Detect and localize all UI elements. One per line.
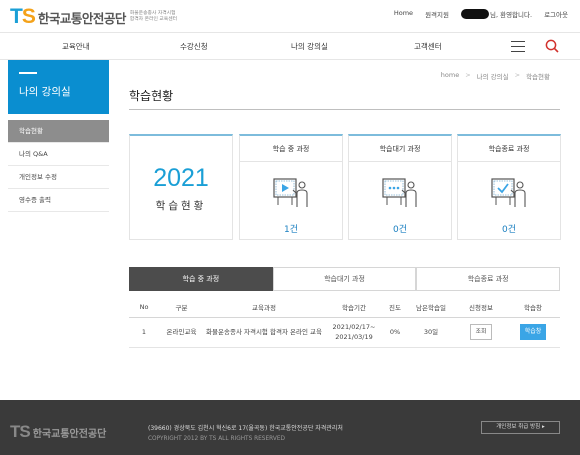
logo-name: 한국교통안전공단 (37, 10, 127, 26)
footer-logo-ts-mark: TS (10, 422, 31, 441)
col-header-remaining: 남은학습일 (406, 298, 456, 318)
waiting-lecture-icon (382, 178, 417, 207)
user-greeting: 님, 환영합니다. (460, 9, 532, 19)
year-summary-box: 2021 학습현황 (129, 134, 233, 240)
waiting-card: 학습대기 과정 0건 (348, 134, 452, 240)
footer-logo: TS 한국교통안전공단 (10, 422, 106, 442)
main-nav: 교육안내 수강신청 나의 강의실 고객센터 (0, 32, 580, 60)
video-lecture-icon (273, 178, 308, 207)
table-row: 1 온라인교육 화물운송종사 자격시험 합격자 온라인 교육 2021/02/1… (129, 317, 560, 348)
footer-copyright: COPYRIGHT 2012 BY TS ALL RIGHTS RESERVED (148, 436, 285, 442)
completed-lecture-icon (491, 178, 526, 207)
top-bar: TS 한국교통안전공단 화물운송종사 자격시험 합격자 온라인 교육센터 Home… (0, 0, 580, 30)
in-progress-card: 학습 중 과정 1건 (239, 134, 343, 240)
course-status-tabs: 학습 중 과정 학습대기 과정 학습종료 과정 (129, 267, 561, 291)
sidebar-item-my-qna[interactable]: 나의 Q&A (8, 143, 109, 166)
cell-period: 2021/02/17~ 2021/03/19 (324, 317, 384, 348)
nav-item-enrollment[interactable]: 수강신청 (180, 41, 208, 52)
col-header-study: 학습창 (506, 298, 560, 318)
breadcrumb-my-classroom[interactable]: 나의 강의실 (477, 71, 509, 81)
col-header-info: 신청정보 (456, 298, 506, 318)
year-value: 2021 (153, 164, 209, 192)
nav-item-customer-center[interactable]: 고객센터 (414, 41, 442, 52)
sidebar-item-edit-profile[interactable]: 개인정보 수정 (8, 166, 109, 189)
footer: TS 한국교통안전공단 (39660) 경상북도 김천시 혁신6로 17(율곡동… (0, 400, 580, 455)
breadcrumb: home > 나의 강의실 > 학습현황 (440, 71, 550, 81)
completed-card: 학습종료 과정 0건 (457, 134, 561, 240)
sidebar-item-learning-status[interactable]: 학습현황 (8, 120, 109, 143)
tab-completed[interactable]: 학습종료 과정 (416, 267, 561, 291)
search-icon[interactable] (545, 39, 559, 53)
in-progress-count: 1건 (283, 225, 298, 235)
year-label: 학습현황 (155, 200, 207, 212)
waiting-count: 0건 (392, 225, 407, 235)
cell-course: 화물운송종사 자격시험 합격자 온라인 교육 (204, 317, 324, 348)
sidebar-title: 나의 강의실 (19, 85, 71, 98)
breadcrumb-current: 학습현황 (526, 73, 550, 81)
table-header-row: No 구분 교육과정 학습기간 진도 남은학습일 신청정보 학습창 (129, 298, 560, 318)
cell-no: 1 (129, 317, 159, 348)
col-header-course: 교육과정 (204, 298, 324, 318)
utility-links: Home 원격지원 님, 환영합니다. 로그아웃 (394, 9, 568, 19)
breadcrumb-home[interactable]: home (441, 71, 459, 81)
cell-study: 학습창 (506, 317, 560, 348)
card-title: 학습 중 과정 (272, 145, 310, 153)
course-table: No 구분 교육과정 학습기간 진도 남은학습일 신청정보 학습창 1 온라인교… (129, 298, 560, 348)
remote-support-link[interactable]: 원격지원 (425, 9, 449, 19)
page-title: 학습현황 (129, 89, 174, 103)
footer-address: (39660) 경상북도 김천시 혁신6로 17(율곡동) 한국교통안전공단 자… (148, 425, 343, 432)
sidebar-item-print-receipt[interactable]: 영수증 출력 (8, 189, 109, 212)
site-logo[interactable]: TS 한국교통안전공단 화물운송종사 자격시험 합격자 온라인 교육센터 (10, 5, 190, 29)
tab-waiting[interactable]: 학습대기 과정 (272, 267, 417, 291)
sidebar-header: 나의 강의실 (8, 60, 109, 114)
col-header-type: 구분 (159, 298, 204, 318)
logout-link[interactable]: 로그아웃 (544, 9, 568, 19)
home-link[interactable]: Home (394, 9, 413, 19)
nav-item-education-info[interactable]: 교육안내 (62, 41, 90, 52)
nav-item-my-classroom[interactable]: 나의 강의실 (291, 41, 328, 52)
col-header-no: No (129, 298, 159, 318)
footer-logo-name: 한국교통안전공단 (32, 428, 107, 440)
card-title: 학습종료 과정 (488, 145, 530, 153)
privacy-policy-button[interactable]: 개인정보 취급 방침 ▸ (481, 421, 560, 434)
tab-in-progress[interactable]: 학습 중 과정 (129, 267, 273, 291)
view-info-button[interactable]: 조회 (469, 324, 493, 340)
sidebar: 나의 강의실 학습현황 나의 Q&A 개인정보 수정 영수증 출력 (8, 60, 109, 212)
hamburger-menu-icon[interactable] (511, 41, 525, 52)
cell-progress: 0% (384, 317, 406, 348)
redacted-username (460, 9, 489, 19)
open-study-window-button[interactable]: 학습창 (519, 324, 547, 340)
cell-info: 조회 (456, 317, 506, 348)
card-title: 학습대기 과정 (379, 145, 421, 153)
cell-type: 온라인교육 (159, 317, 204, 348)
col-header-progress: 진도 (384, 298, 406, 318)
cell-remaining: 30일 (406, 317, 456, 348)
title-divider (129, 109, 560, 110)
logo-ts-mark: TS (10, 5, 36, 28)
col-header-period: 학습기간 (324, 298, 384, 318)
completed-count: 0건 (501, 225, 516, 235)
logo-subtitle: 화물운송종사 자격시험 합격자 온라인 교육센터 (129, 11, 178, 22)
